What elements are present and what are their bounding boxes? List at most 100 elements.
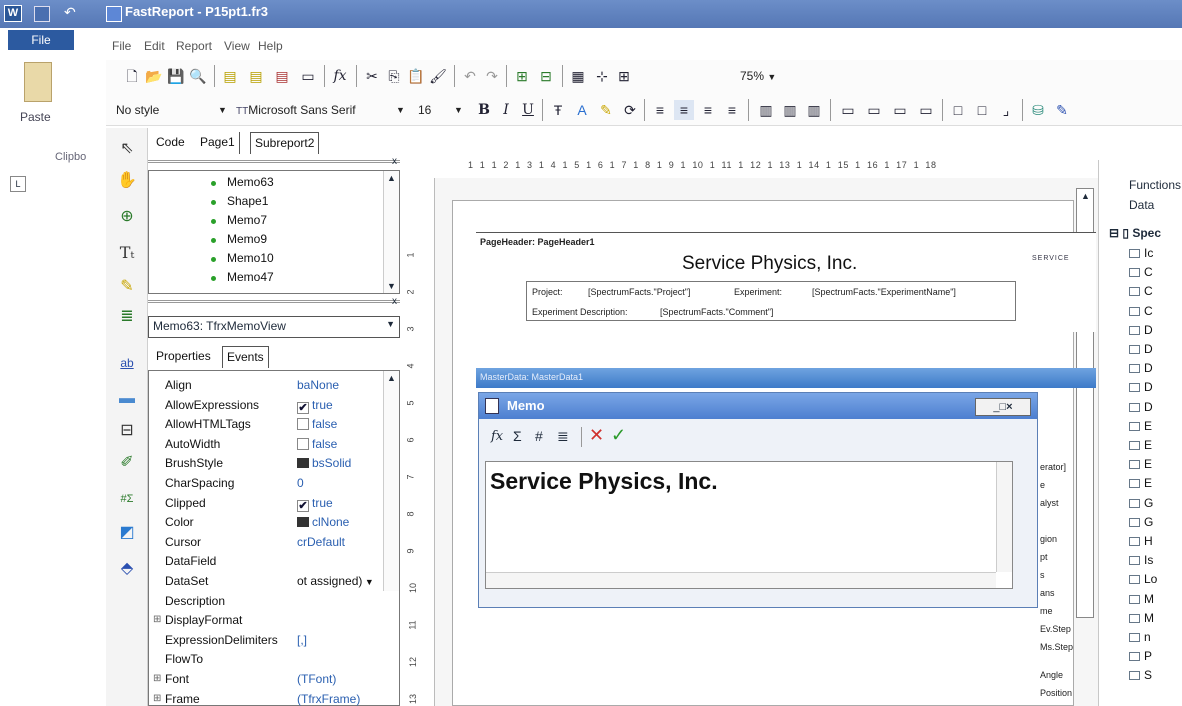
close-tree-icon[interactable]: x xyxy=(392,156,397,167)
field-label[interactable]: me xyxy=(1040,606,1053,616)
frame-left-icon[interactable]: ▭ xyxy=(890,100,910,120)
frame-none-icon[interactable]: □ xyxy=(972,100,992,120)
delete-page-icon[interactable]: ▤ xyxy=(272,66,292,86)
align-left-icon[interactable]: ≡ xyxy=(650,100,670,120)
tab-subreport2[interactable]: Subreport2 xyxy=(250,132,320,154)
preview-icon[interactable]: 🔍 xyxy=(188,66,208,86)
word-wrap-icon[interactable]: ≣ xyxy=(557,428,569,445)
project-field[interactable]: [SpectrumFacts."Project"] xyxy=(588,287,690,297)
property-value[interactable]: (TfrxFrame) xyxy=(297,689,360,706)
field-label[interactable]: erator] xyxy=(1040,462,1066,472)
datasource-field[interactable]: Ic xyxy=(1129,246,1153,260)
undo-tb-icon[interactable]: ↶ xyxy=(460,66,480,86)
insert-expression-icon[interactable]: fx xyxy=(491,429,503,444)
memo-vscroll[interactable] xyxy=(996,462,1012,572)
font-combo[interactable]: TTMicrosoft Sans Serif ▼ xyxy=(236,100,406,120)
font-color-icon[interactable]: A xyxy=(572,100,592,120)
object-selector[interactable]: Memo63: TfrxMemoView ▼ xyxy=(148,316,400,338)
italic-button[interactable]: I xyxy=(496,100,516,120)
datasource-field[interactable]: G xyxy=(1129,515,1153,529)
frame-right-icon[interactable]: ▭ xyxy=(916,100,936,120)
format-icon[interactable]: # xyxy=(535,428,543,444)
property-value[interactable]: clNone xyxy=(297,512,349,532)
tab-events[interactable]: Events xyxy=(222,346,269,368)
field-label[interactable]: Ms.Step xyxy=(1040,642,1073,652)
new-dialog-icon[interactable]: ▤ xyxy=(246,66,266,86)
scroll-up-icon[interactable]: ▲ xyxy=(387,173,396,183)
valign-top-icon[interactable]: ▥ xyxy=(756,100,776,120)
cancel-icon[interactable]: ✕ xyxy=(589,425,604,446)
aggregate-icon[interactable]: Σ xyxy=(513,428,522,444)
datasource-field[interactable]: P xyxy=(1129,649,1152,663)
experiment-field[interactable]: [SpectrumFacts."ExperimentName"] xyxy=(812,287,956,297)
zoom-combo[interactable]: 75% ▼ xyxy=(740,66,800,86)
style-combo[interactable]: No style ▼ xyxy=(116,100,232,120)
draw-line-icon[interactable]: ✐ xyxy=(114,450,140,476)
tree-item[interactable]: Memo63 xyxy=(211,175,274,189)
property-value[interactable]: bsSolid xyxy=(297,453,351,473)
datasource-field[interactable]: n xyxy=(1129,630,1151,644)
datasource-field[interactable]: E xyxy=(1129,457,1152,471)
datasource-field[interactable]: D xyxy=(1129,361,1153,375)
undo-icon[interactable]: ↶ xyxy=(64,4,76,21)
property-value[interactable]: [,] xyxy=(297,630,307,650)
subreport-icon[interactable]: ⊟ xyxy=(114,418,140,444)
inspector-grip[interactable] xyxy=(148,300,400,308)
tab-data[interactable]: Data xyxy=(1129,198,1154,212)
property-row[interactable]: AutoWidth false xyxy=(149,434,381,454)
paste-label[interactable]: Paste xyxy=(20,110,51,124)
datasource-field[interactable]: C xyxy=(1129,304,1153,318)
size-combo[interactable]: 16 ▼ xyxy=(418,100,468,120)
property-value[interactable]: baNone xyxy=(297,375,339,395)
datasource-field[interactable]: E xyxy=(1129,438,1152,452)
memo-text-area[interactable]: Service Physics, Inc. xyxy=(485,461,1013,589)
frame-color-icon[interactable]: ✎ xyxy=(1052,100,1072,120)
open-folder-icon[interactable]: 📂 xyxy=(144,66,164,86)
datasource-root[interactable]: ⊟ ▯ Spec xyxy=(1109,226,1161,240)
expand-icon[interactable]: ⊞ xyxy=(153,610,161,630)
props-scrollbar[interactable]: ▲ xyxy=(383,371,399,591)
chevron-down-icon[interactable]: ▼ xyxy=(386,319,395,329)
valign-center-icon[interactable]: ▥ xyxy=(780,100,800,120)
chart-object-icon[interactable]: ◩ xyxy=(114,520,140,546)
align-grid-icon[interactable]: ⊹ xyxy=(592,66,612,86)
property-row[interactable]: AllowExpressions ✔ true xyxy=(149,395,381,415)
datasource-field[interactable]: C xyxy=(1129,284,1153,298)
checkbox-icon[interactable] xyxy=(297,418,309,431)
text-object-icon[interactable]: ab xyxy=(114,350,140,376)
menu-view[interactable]: View xyxy=(224,39,250,53)
property-value[interactable]: crDefault xyxy=(297,532,345,552)
property-row[interactable]: Clipped ✔ true xyxy=(149,493,381,513)
property-value[interactable]: ✔ true xyxy=(297,493,333,513)
field-label[interactable]: ans xyxy=(1040,588,1055,598)
paste-icon[interactable] xyxy=(24,62,52,102)
property-row[interactable]: FlowTo xyxy=(149,649,381,669)
justify-icon[interactable]: ≡ xyxy=(722,100,742,120)
ok-icon[interactable]: ✓ xyxy=(611,425,626,446)
picture-object-icon[interactable]: ▬ xyxy=(114,386,140,412)
more-objects-icon[interactable]: ⬘ xyxy=(114,556,140,582)
checkbox-icon[interactable]: ✔ xyxy=(297,401,309,414)
tree-item[interactable]: Memo47 xyxy=(211,270,274,284)
property-row[interactable]: Cursor crDefault xyxy=(149,532,381,552)
tab-code[interactable]: Code xyxy=(152,132,189,154)
datasource-field[interactable]: D xyxy=(1129,342,1153,356)
close-icon[interactable]: × xyxy=(1006,401,1012,413)
ruler-tab-selector-icon[interactable]: L xyxy=(10,176,26,192)
scroll-down-icon[interactable]: ▼ xyxy=(387,281,396,291)
datasource-field[interactable]: M xyxy=(1129,611,1154,625)
property-row[interactable]: Color clNone xyxy=(149,512,381,532)
property-row[interactable]: CharSpacing 0 xyxy=(149,473,381,493)
property-value[interactable]: false xyxy=(297,434,337,454)
property-row[interactable]: AllowHTMLTags false xyxy=(149,414,381,434)
ungroup-icon[interactable]: ⊟ xyxy=(536,66,556,86)
datasource-field[interactable]: C xyxy=(1129,265,1153,279)
close-inspector-icon[interactable]: x xyxy=(392,296,397,307)
dropdown-icon[interactable]: ▼ xyxy=(362,577,374,587)
tree-item[interactable]: Shape1 xyxy=(211,194,268,208)
masterdata-band[interactable]: MasterData: MasterData1 xyxy=(476,368,1096,388)
tab-properties[interactable]: Properties xyxy=(152,346,215,368)
function-icon[interactable]: fx xyxy=(330,66,350,86)
datasource-field[interactable]: G xyxy=(1129,496,1153,510)
fill-color-icon[interactable]: ⛁ xyxy=(1028,100,1048,120)
